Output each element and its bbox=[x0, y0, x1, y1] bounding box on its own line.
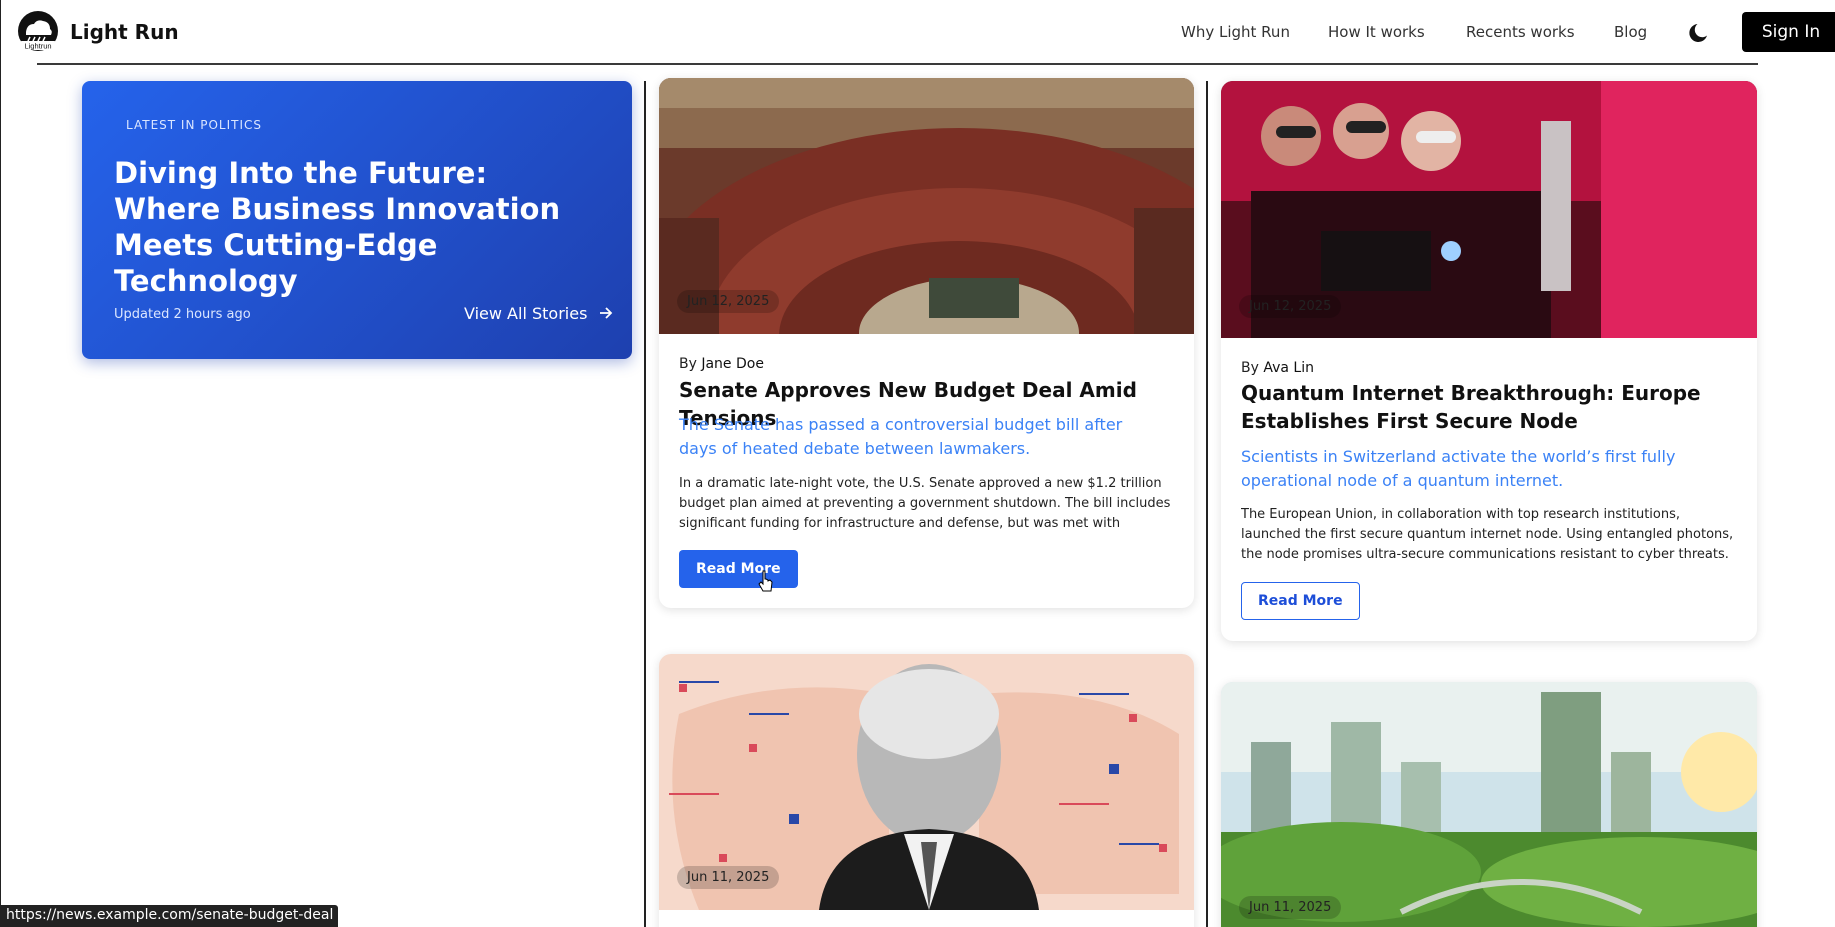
date-badge: Jun 11, 2025 bbox=[1239, 896, 1342, 919]
view-all-stories-label: View All Stories bbox=[464, 304, 588, 323]
moon-icon[interactable] bbox=[1687, 20, 1711, 44]
logo-text: Lightrun bbox=[24, 42, 51, 51]
page: Lightrun Light Run Why Light Run How It … bbox=[0, 0, 1835, 927]
status-bar-url: https://news.example.com/senate-budget-d… bbox=[1, 905, 339, 927]
sign-in-button[interactable]: Sign In bbox=[1742, 12, 1835, 52]
article-card: Jun 12, 2025 By Ava Lin Quantum Internet… bbox=[1221, 81, 1757, 641]
hero-title: Diving Into the Future: Where Business I… bbox=[114, 156, 561, 298]
byline-prefix: By bbox=[679, 356, 697, 372]
nav-how-it-works[interactable]: How It works bbox=[1328, 23, 1425, 41]
date-badge: Jun 11, 2025 bbox=[677, 866, 780, 889]
hero-eyebrow: LATEST IN POLITICS bbox=[126, 118, 263, 132]
article-card: Jun 11, 2025 bbox=[659, 654, 1194, 927]
article-excerpt: In a dramatic late-night vote, the U.S. … bbox=[679, 476, 1171, 531]
mouse-cursor-icon bbox=[758, 570, 773, 592]
article-title[interactable]: Quantum Internet Breakthrough: Europe Es… bbox=[1241, 379, 1741, 435]
author-name: Ava Lin bbox=[1263, 360, 1314, 376]
column-divider-right bbox=[1206, 81, 1208, 927]
article-subtitle: Scientists in Switzerland activate the w… bbox=[1241, 447, 1676, 490]
article-card: Jun 12, 2025 By Jane Doe Senate Approves… bbox=[659, 78, 1194, 608]
article-byline: By Ava Lin bbox=[1241, 360, 1314, 376]
read-more-button[interactable]: Read More bbox=[679, 550, 798, 588]
author-name: Jane Doe bbox=[701, 356, 764, 372]
nav-why-light-run[interactable]: Why Light Run bbox=[1181, 23, 1290, 41]
nav-recent-works[interactable]: Recents works bbox=[1466, 23, 1575, 41]
top-navbar: Lightrun Light Run Why Light Run How It … bbox=[1, 0, 1835, 65]
nav-blog[interactable]: Blog bbox=[1614, 23, 1647, 41]
view-all-stories-link[interactable]: View All Stories bbox=[464, 304, 613, 323]
hero-updated: Updated 2 hours ago bbox=[114, 307, 251, 322]
article-byline: By Jane Doe bbox=[679, 356, 764, 372]
green-city-image bbox=[1221, 682, 1757, 927]
byline-prefix: By bbox=[1241, 360, 1259, 376]
column-divider-left bbox=[644, 81, 646, 927]
article-card: Jun 11, 2025 bbox=[1221, 682, 1757, 927]
hero-card: LATEST IN POLITICS Diving Into the Futur… bbox=[82, 81, 632, 359]
article-excerpt: The European Union, in collaboration wit… bbox=[1241, 507, 1734, 562]
read-more-button[interactable]: Read More bbox=[1241, 582, 1360, 620]
header-divider bbox=[37, 63, 1758, 65]
date-badge: Jun 12, 2025 bbox=[1239, 295, 1342, 318]
arrow-right-icon bbox=[599, 307, 612, 319]
brand-name[interactable]: Light Run bbox=[70, 20, 179, 44]
article-subtitle: The Senate has passed a controversial bu… bbox=[679, 415, 1123, 458]
logo-icon[interactable]: Lightrun bbox=[17, 10, 59, 52]
date-badge: Jun 12, 2025 bbox=[677, 290, 780, 313]
